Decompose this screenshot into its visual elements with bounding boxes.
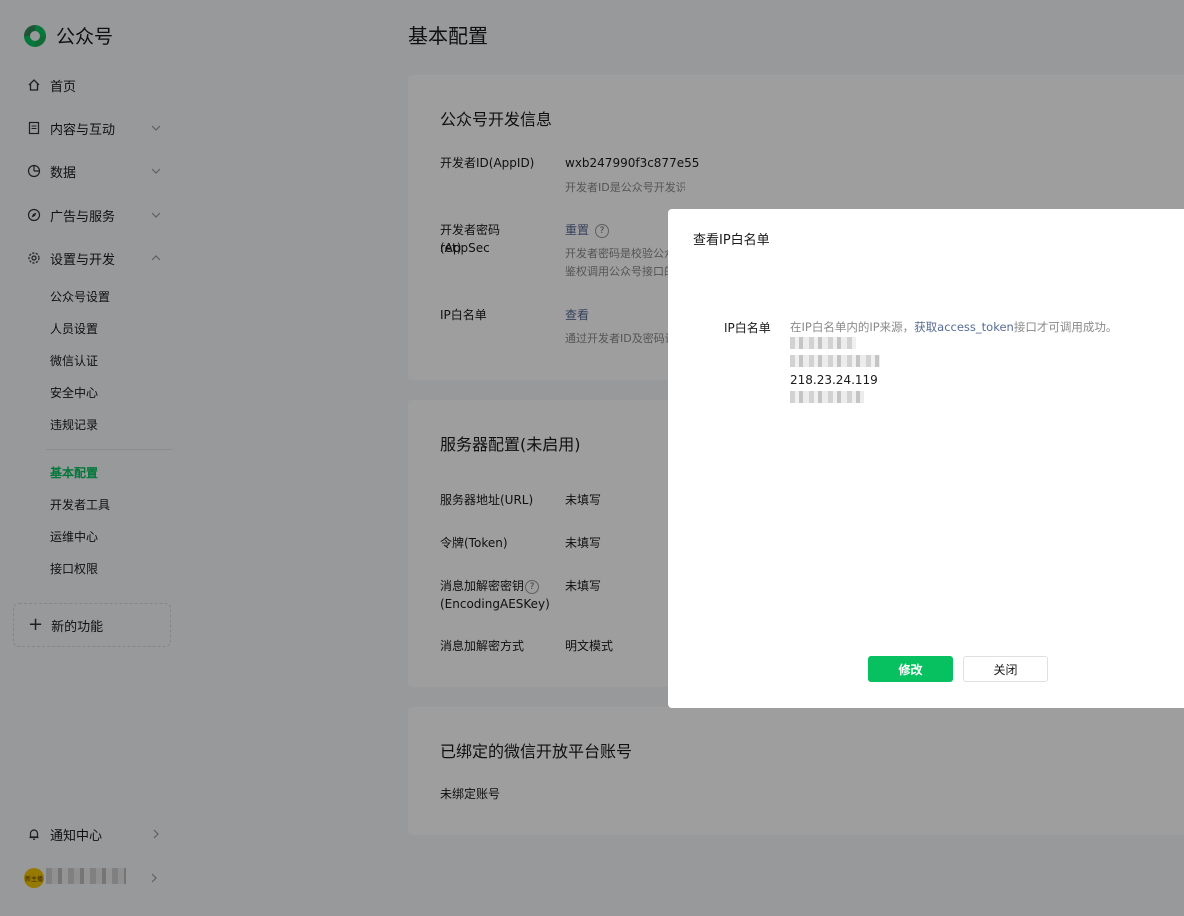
ip-whitelist-dialog: 查看IP白名单 IP白名单 在IP白名单内的IP来源，获取access_toke… — [668, 209, 1184, 708]
close-button[interactable]: 关闭 — [963, 656, 1048, 682]
ip-entry-blurred — [790, 337, 856, 349]
ip-whitelist-label: IP白名单 — [724, 321, 771, 335]
ip-entry-blurred — [790, 355, 880, 367]
desc-suffix: 接口才可调用成功。 — [1013, 320, 1118, 334]
desc-prefix: 在IP白名单内的IP来源， — [790, 320, 915, 334]
dialog-title: 查看IP白名单 — [693, 233, 770, 248]
edit-button[interactable]: 修改 — [868, 656, 953, 682]
ip-whitelist-desc: 在IP白名单内的IP来源，获取access_token接口才可调用成功。 — [790, 319, 1117, 335]
access-token-link[interactable]: 获取access_token — [914, 320, 1014, 334]
ip-entry-blurred — [790, 391, 864, 403]
ip-entry: 218.23.24.119 — [790, 373, 878, 387]
